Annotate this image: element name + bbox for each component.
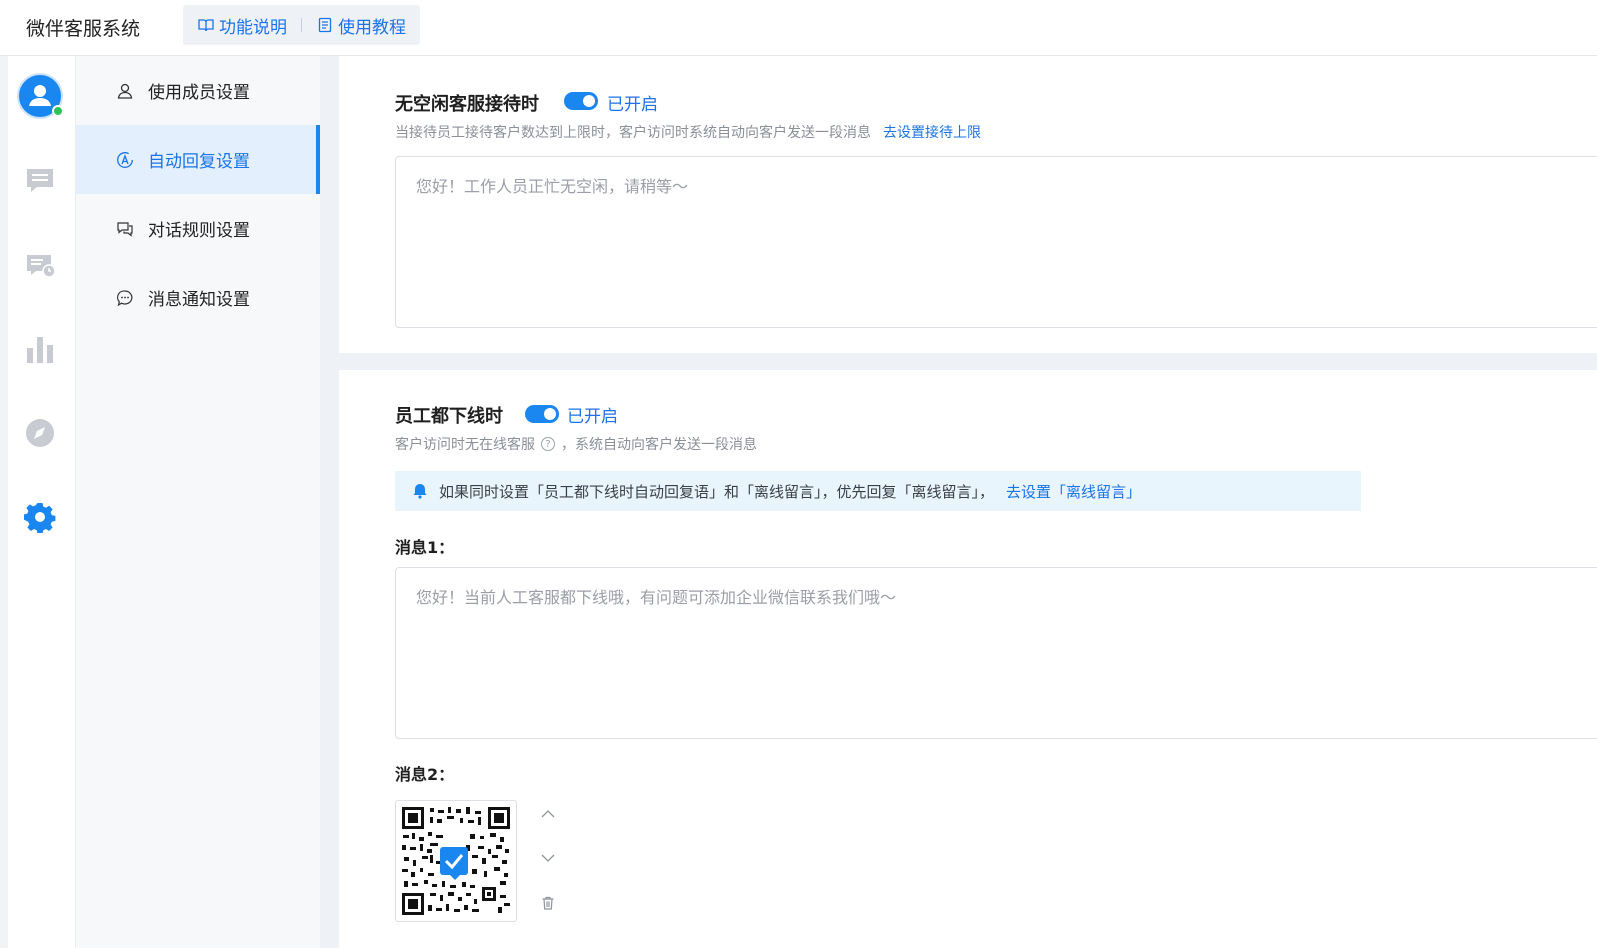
busy-section-title: 无空闲客服接待时 (395, 94, 539, 115)
priority-notice: 如果同时设置「员工都下线时自动回复语」和「离线留言」，优先回复「离线留言」， 去… (395, 471, 1361, 511)
subnav-item-auto-reply[interactable]: 自动回复设置 (76, 125, 320, 194)
avatar[interactable] (17, 73, 64, 119)
busy-toggle-label: 已开启 (607, 95, 658, 115)
message-bubble-icon (117, 289, 133, 306)
subnav-item-dialog-rules[interactable]: 对话规则设置 (76, 194, 320, 263)
message1-input[interactable] (395, 567, 1597, 739)
offline-hint-suffix: ，系统自动向客户发送一段消息 (561, 437, 757, 453)
app-title: 微伴客服系统 (26, 18, 141, 40)
busy-hint-text: 当接待员工接待客户数达到上限时，客户访问时系统自动向客户发送一段消息 (395, 125, 871, 141)
offline-toggle[interactable] (525, 405, 559, 423)
bar-chart-icon[interactable] (24, 334, 56, 366)
online-status-dot (52, 105, 64, 117)
qr-code-icon (400, 805, 512, 917)
subnav-label: 自动回复设置 (148, 152, 250, 172)
subnav-label: 使用成员设置 (148, 83, 250, 103)
book-open-icon (198, 19, 214, 32)
divider (301, 18, 302, 32)
user-icon (117, 83, 133, 99)
subnav-item-member-settings[interactable]: 使用成员设置 (76, 56, 320, 125)
busy-reply-card: 无空闲客服接待时 已开启 当接待员工接待客户数达到上限时，客户访问时系统自动向客… (339, 56, 1597, 353)
feature-guide-label: 功能说明 (219, 17, 287, 38)
settings-gear-icon[interactable] (24, 501, 56, 533)
auto-reply-icon (117, 151, 133, 168)
busy-hint: 当接待员工接待客户数达到上限时，客户访问时系统自动向客户发送一段消息 去设置接待… (395, 122, 981, 142)
set-offline-message-link[interactable]: 去设置「离线留言」 (1006, 481, 1141, 502)
icon-rail (8, 56, 76, 948)
tutorial-label: 使用教程 (338, 17, 406, 38)
toggle-knob (583, 95, 595, 107)
set-reception-limit-link[interactable]: 去设置接待上限 (883, 122, 981, 142)
subnav-item-message-notify[interactable]: 消息通知设置 (76, 263, 320, 332)
top-links: 功能说明 使用教程 (183, 5, 420, 45)
compass-icon[interactable] (24, 417, 56, 449)
settings-subnav: 使用成员设置 自动回复设置 对话规则设置 消息通知设置 (76, 56, 320, 948)
move-down-button[interactable] (537, 847, 559, 869)
subnav-label: 对话规则设置 (148, 221, 250, 241)
offline-reply-card: 员工都下线时 已开启 客户访问时无在线客服 ? ，系统自动向客户发送一段消息 如… (339, 370, 1597, 948)
tutorial-link[interactable]: 使用教程 (316, 13, 406, 38)
notice-text: 如果同时设置「员工都下线时自动回复语」和「离线留言」，优先回复「离线留言」， (439, 482, 995, 501)
chevron-up-icon (541, 810, 555, 818)
offline-section-title: 员工都下线时 (395, 406, 503, 427)
subnav-label: 消息通知设置 (148, 290, 250, 310)
dialog-rules-icon (117, 221, 133, 237)
message2-label: 消息2： (395, 765, 455, 784)
busy-message-input[interactable] (395, 156, 1597, 328)
qr-code-image (395, 800, 517, 922)
chevron-down-icon (541, 854, 555, 862)
feature-guide-link[interactable]: 功能说明 (197, 13, 287, 38)
help-icon[interactable]: ? (541, 437, 555, 451)
delete-button[interactable] (537, 892, 559, 914)
top-bar: 微伴客服系统 功能说明 使用教程 (0, 0, 1597, 56)
offline-hint: 客户访问时无在线客服 ? ，系统自动向客户发送一段消息 (395, 434, 757, 454)
document-icon (318, 17, 332, 33)
bell-icon (413, 484, 427, 499)
toggle-knob (544, 408, 556, 420)
chat-history-icon[interactable] (24, 250, 56, 282)
offline-hint-prefix: 客户访问时无在线客服 (395, 437, 535, 453)
offline-toggle-label: 已开启 (567, 407, 618, 427)
move-up-button[interactable] (537, 803, 559, 825)
busy-toggle[interactable] (564, 92, 598, 110)
chat-icon[interactable] (24, 164, 56, 196)
trash-icon (542, 896, 554, 910)
left-edge (0, 56, 8, 948)
message1-label: 消息1： (395, 538, 455, 557)
